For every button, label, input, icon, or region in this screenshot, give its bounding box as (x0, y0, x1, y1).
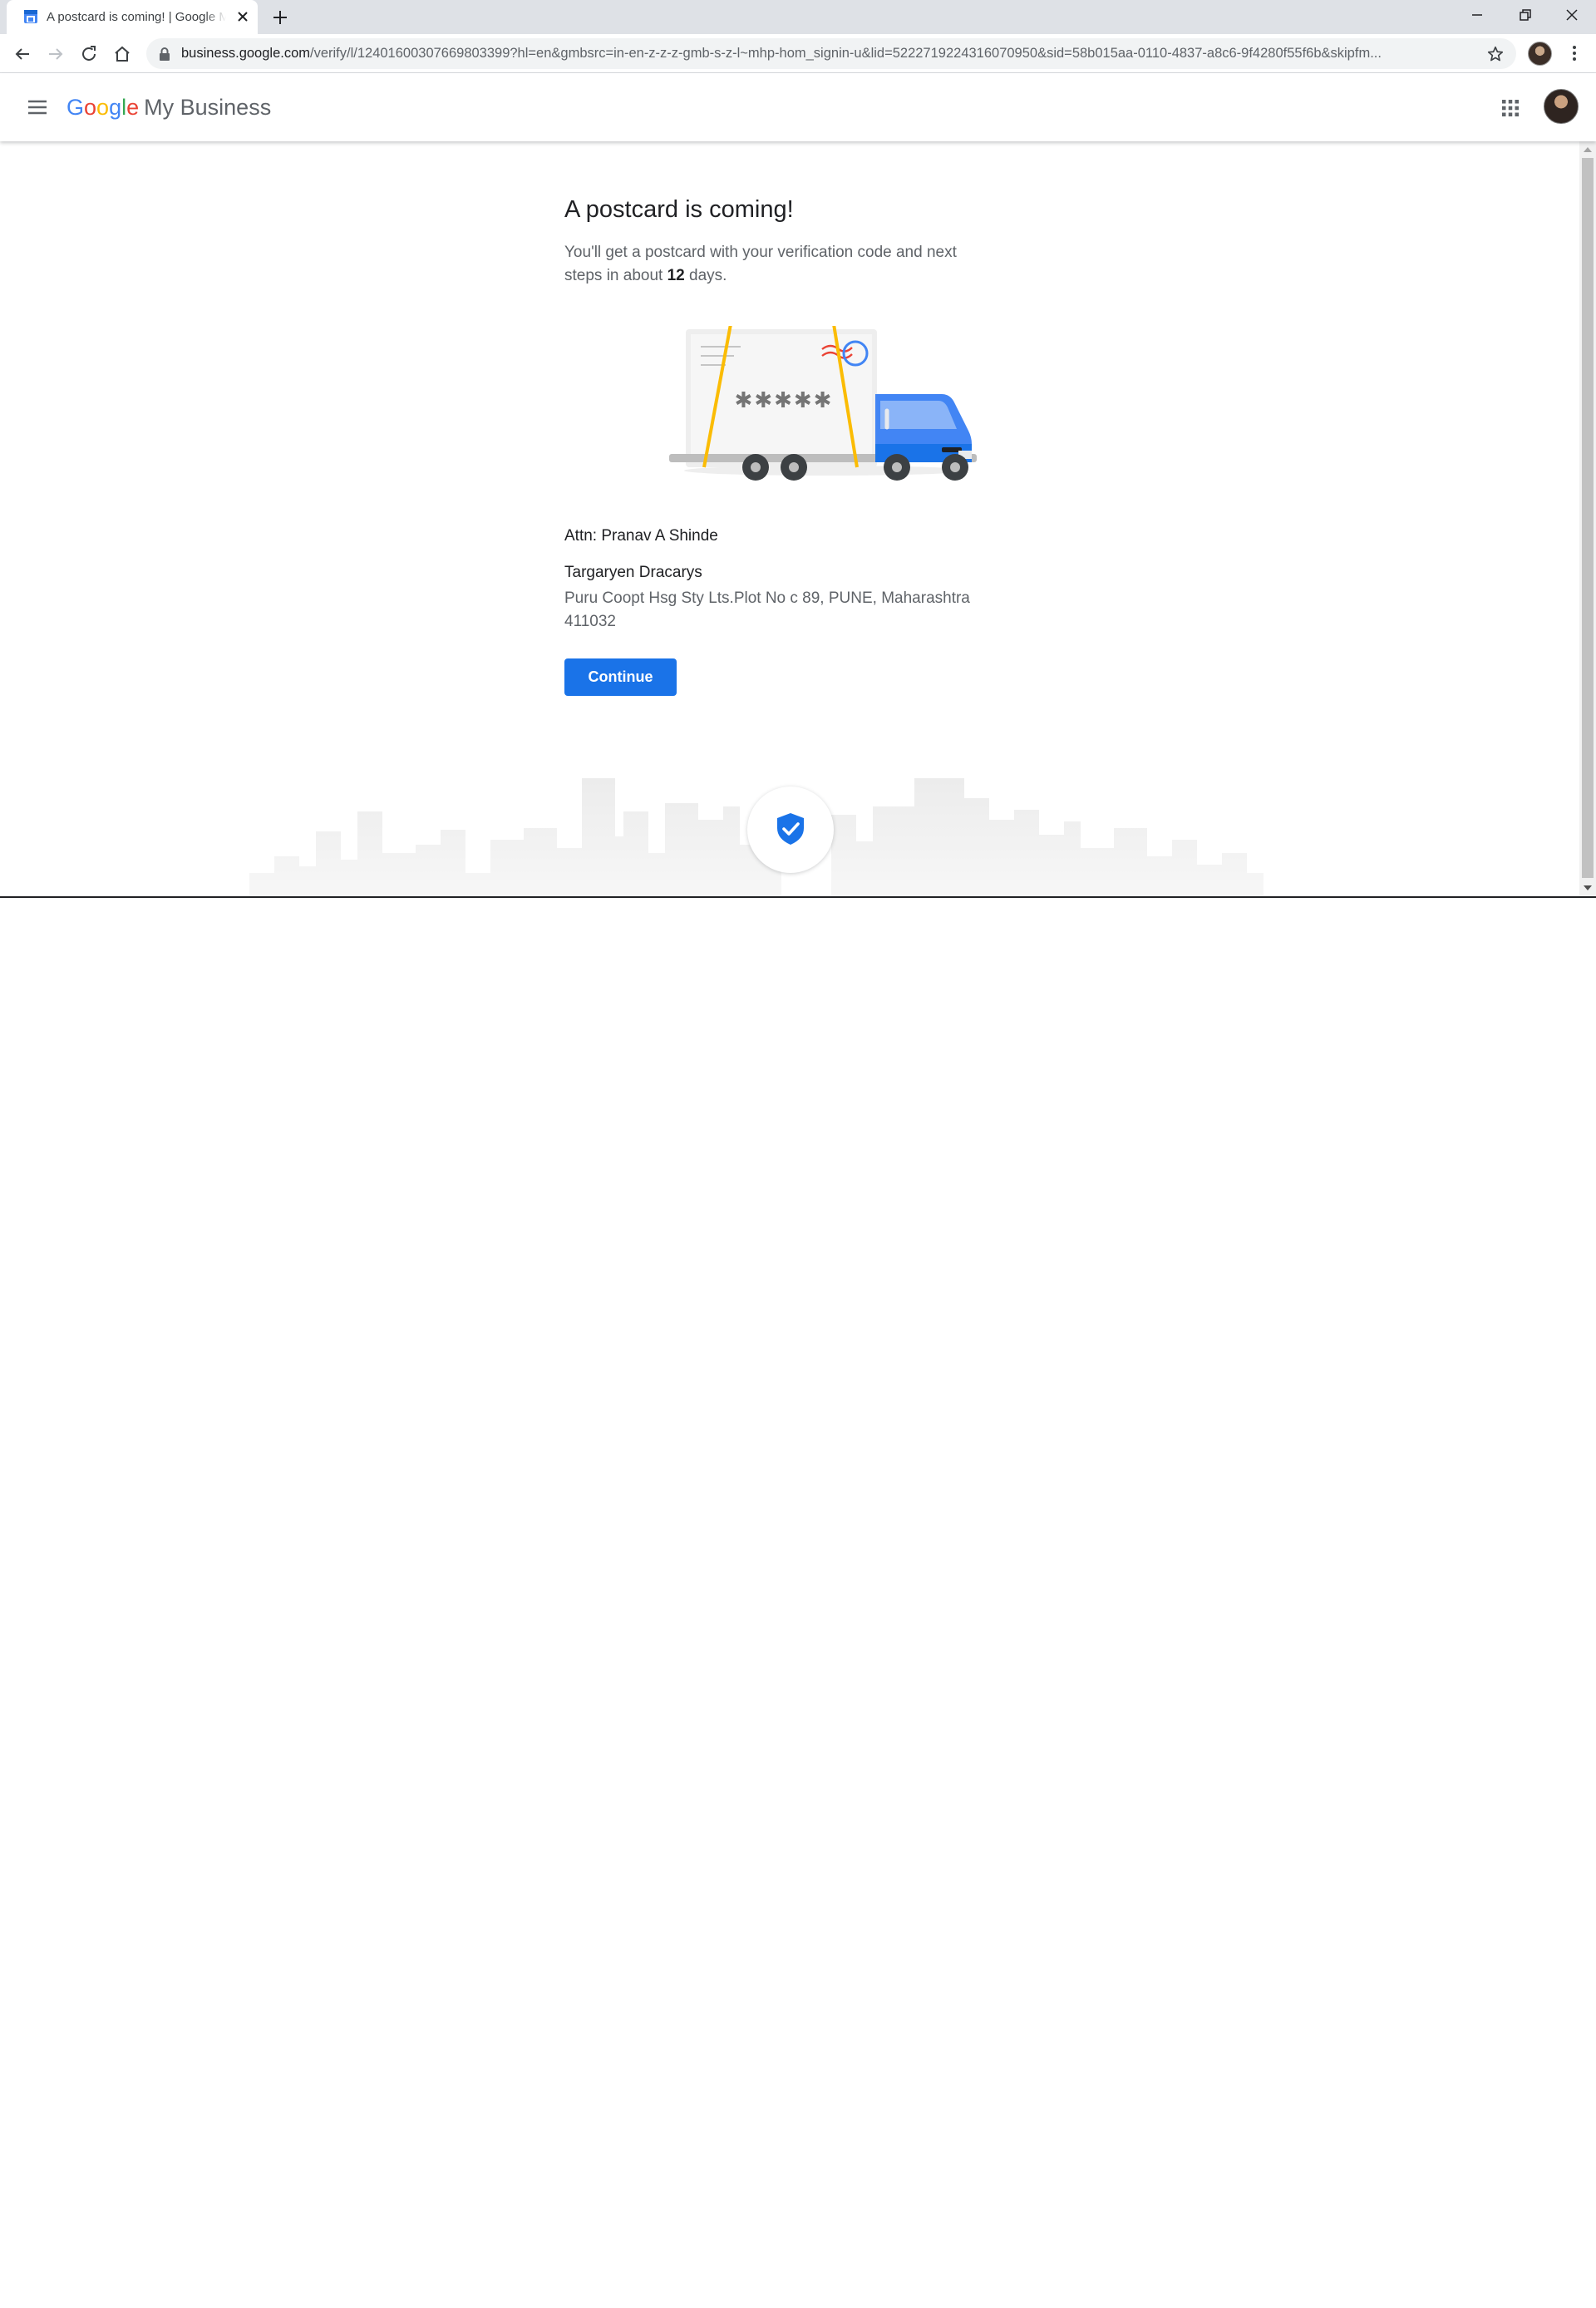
main-content: A postcard is coming! You'll get a postc… (0, 141, 1579, 896)
browser-tab[interactable]: A postcard is coming! | Google My Busine… (7, 0, 258, 34)
minimize-button[interactable] (1453, 0, 1501, 30)
logo-letter: o (84, 95, 97, 120)
google-my-business-logo[interactable]: Google My Business (66, 90, 271, 125)
back-icon[interactable] (12, 44, 32, 64)
scroll-thumb[interactable] (1582, 158, 1594, 878)
days-count: 12 (667, 267, 685, 284)
browser-toolbar: business.google.com/verify/l/12401600307… (0, 34, 1596, 73)
reload-icon[interactable] (79, 44, 99, 64)
continue-button[interactable]: Continue (564, 658, 677, 696)
subtext-after: days. (684, 267, 727, 284)
postcard-truck-illustration: ✱✱✱✱✱ (669, 326, 977, 481)
restore-button[interactable] (1501, 0, 1549, 30)
url-path: /verify/l/12401600307669803399?hl=en&gmb… (310, 46, 1382, 61)
restore-icon (1520, 9, 1531, 21)
home-icon[interactable] (112, 44, 132, 64)
tab-title: A postcard is coming! | Google My Busine… (47, 0, 226, 34)
verified-badge (747, 787, 834, 873)
product-name: My Business (144, 95, 272, 120)
browser-tabstrip: A postcard is coming! | Google My Busine… (0, 0, 1596, 34)
close-window-button[interactable] (1548, 0, 1596, 30)
address-bar[interactable]: business.google.com/verify/l/12401600307… (146, 38, 1516, 69)
logo-letter: g (109, 95, 122, 120)
close-tab-icon[interactable] (234, 8, 251, 25)
window-bottom-edge (0, 896, 1596, 898)
forward-icon[interactable] (46, 44, 66, 64)
new-tab-icon[interactable] (269, 7, 291, 28)
verified-shield-icon (777, 813, 804, 845)
browser-profile-avatar[interactable] (1528, 42, 1552, 66)
subtext-before: You'll get a postcard with your verifica… (564, 244, 957, 284)
close-window-icon (1566, 9, 1578, 21)
gmb-favicon-icon (24, 10, 37, 23)
scroll-up-icon[interactable] (1584, 146, 1592, 153)
logo-letter: G (66, 95, 85, 120)
logo-letter: e (126, 95, 140, 120)
bookmark-star-icon[interactable] (1486, 45, 1505, 63)
attention-name: Attn: Pranav A Shinde (564, 527, 718, 545)
page-scrollbar[interactable] (1579, 141, 1596, 896)
main-menu-icon[interactable] (27, 97, 48, 117)
url-text: business.google.com/verify/l/12401600307… (181, 38, 1478, 69)
minimize-icon (1472, 14, 1482, 16)
page-title: A postcard is coming! (564, 196, 794, 223)
business-name: Targaryen Dracarys (564, 564, 702, 581)
account-avatar[interactable] (1544, 89, 1579, 124)
logo-letter: o (96, 95, 110, 120)
business-address: Puru Coopt Hsg Sty Lts.Plot No c 89, PUN… (564, 589, 970, 630)
app-header: Google My Business (0, 73, 1596, 141)
lock-icon (160, 47, 170, 61)
browser-menu-icon[interactable] (1564, 43, 1584, 63)
verification-description: You'll get a postcard with your verifica… (564, 241, 997, 288)
scroll-down-icon[interactable] (1584, 885, 1592, 891)
postcard-code: ✱✱✱✱✱ (735, 388, 834, 413)
url-domain: business.google.com (181, 46, 311, 61)
google-apps-icon[interactable] (1501, 99, 1520, 117)
